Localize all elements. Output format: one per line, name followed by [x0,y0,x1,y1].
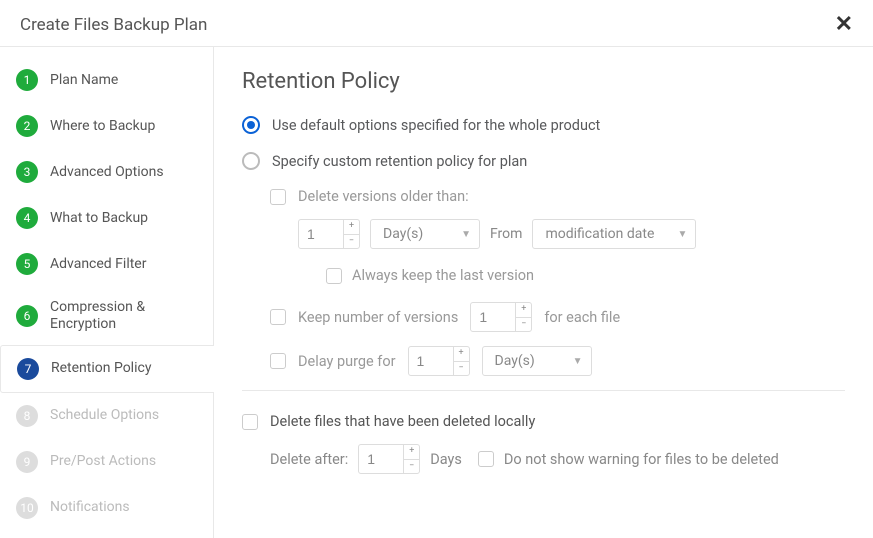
step-label: Notifications [50,499,130,516]
step-advanced-filter[interactable]: 5 Advanced Filter [0,241,213,287]
select-value: modification date [545,226,654,242]
check-label: Delete versions older than: [298,188,469,205]
step-pre-post-actions: 9 Pre/Post Actions [0,439,213,485]
step-badge: 7 [17,358,39,380]
stepper-input[interactable] [299,220,343,248]
from-label: From [490,226,522,242]
delete-after-label: Delete after: [270,451,348,468]
always-keep-last-row[interactable]: Always keep the last version [326,267,845,284]
step-badge: 9 [16,451,38,473]
page-title: Retention Policy [242,69,845,94]
stepper-down-icon[interactable]: − [454,362,469,376]
dialog-title: Create Files Backup Plan [20,15,207,35]
delay-purge-unit-select[interactable]: Day(s) ▼ [482,346,592,376]
step-label: Advanced Options [50,164,164,181]
step-badge: 10 [16,497,38,519]
dialog-body: 1 Plan Name 2 Where to Backup 3 Advanced… [0,47,873,538]
step-badge: 3 [16,161,38,183]
stepper-input[interactable] [359,445,403,473]
checkbox-icon[interactable] [270,189,286,205]
stepper-input[interactable] [409,347,453,375]
stepper-input[interactable] [471,303,515,331]
step-label: Advanced Filter [50,256,146,273]
chevron-down-icon: ▼ [573,356,583,367]
step-label: Compression & Encryption [50,299,197,333]
stepper-up-icon[interactable]: + [516,303,531,318]
select-value: Day(s) [495,353,535,369]
step-label: What to Backup [50,210,148,227]
delete-after-stepper[interactable]: + − [358,444,420,474]
close-icon[interactable]: ✕ [835,14,853,36]
delete-after-unit: Days [430,451,462,468]
checkbox-icon[interactable] [270,309,286,325]
radio-icon[interactable] [242,116,260,134]
checkbox-icon[interactable] [478,451,494,467]
option-label: Use default options specified for the wh… [272,117,600,134]
checkbox-icon[interactable] [326,268,342,284]
step-badge: 8 [16,405,38,427]
checkbox-icon[interactable] [270,353,286,369]
delay-purge-row[interactable]: Delay purge for + − Day(s) ▼ [270,346,845,376]
chevron-down-icon: ▼ [461,229,471,240]
step-where-to-backup[interactable]: 2 Where to Backup [0,103,213,149]
step-badge: 2 [16,115,38,137]
delete-older-value-stepper[interactable]: + − [298,219,360,249]
check-label: Delay purge for [298,353,396,370]
content-panel: Retention Policy Use default options spe… [214,47,873,538]
stepper-up-icon[interactable]: + [344,220,359,235]
option-specify-custom[interactable]: Specify custom retention policy for plan [242,152,845,170]
step-label: Retention Policy [51,360,151,377]
stepper-up-icon[interactable]: + [454,347,469,362]
step-badge: 1 [16,69,38,91]
keep-versions-suffix: for each file [544,309,620,326]
check-label: Keep number of versions [298,309,458,326]
step-label: Plan Name [50,72,118,89]
stepper-down-icon[interactable]: − [344,235,359,249]
step-badge: 5 [16,253,38,275]
from-select[interactable]: modification date ▼ [532,219,696,249]
step-badge: 6 [16,305,38,327]
option-label: Specify custom retention policy for plan [272,153,527,170]
step-schedule-options: 8 Schedule Options [0,393,213,439]
step-what-to-backup[interactable]: 4 What to Backup [0,195,213,241]
option-use-default[interactable]: Use default options specified for the wh… [242,116,845,134]
keep-versions-stepper[interactable]: + − [470,302,532,332]
section-divider [242,390,845,391]
stepper-down-icon[interactable]: − [404,460,419,474]
wizard-sidebar: 1 Plan Name 2 Where to Backup 3 Advanced… [0,47,214,538]
chevron-down-icon: ▼ [678,229,688,240]
stepper-up-icon[interactable]: + [404,445,419,460]
select-value: Day(s) [383,226,423,242]
step-advanced-options[interactable]: 3 Advanced Options [0,149,213,195]
step-plan-name[interactable]: 1 Plan Name [0,57,213,103]
check-label: Delete files that have been deleted loca… [270,413,535,430]
no-warning-label: Do not show warning for files to be dele… [504,451,779,468]
keep-versions-row[interactable]: Keep number of versions + − for each fil… [270,302,845,332]
check-label: Always keep the last version [352,267,534,284]
stepper-down-icon[interactable]: − [516,318,531,332]
step-label: Schedule Options [50,407,159,424]
checkbox-icon[interactable] [242,414,258,430]
delay-purge-stepper[interactable]: + − [408,346,470,376]
step-notifications: 10 Notifications [0,485,213,531]
delete-older-unit-select[interactable]: Day(s) ▼ [370,219,480,249]
step-badge: 4 [16,207,38,229]
step-label: Pre/Post Actions [50,453,156,470]
step-compression-encryption[interactable]: 6 Compression & Encryption [0,287,213,345]
step-retention-policy[interactable]: 7 Retention Policy [0,345,214,393]
delete-locally-deleted-row[interactable]: Delete files that have been deleted loca… [242,413,845,430]
radio-icon[interactable] [242,152,260,170]
delete-older-than-row[interactable]: Delete versions older than: [270,188,845,205]
dialog-header: Create Files Backup Plan ✕ [0,0,873,47]
step-label: Where to Backup [50,118,155,135]
